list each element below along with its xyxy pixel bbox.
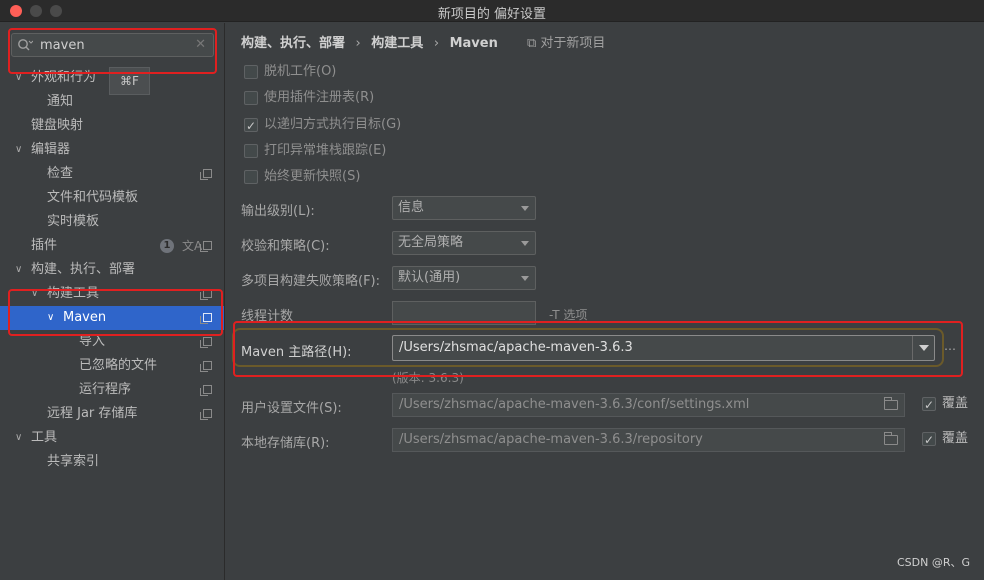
tree-item-editor[interactable]: ∨ 编辑器 bbox=[0, 138, 224, 162]
override-local-repository-checkbox[interactable] bbox=[922, 430, 936, 450]
chevron-down-icon[interactable]: ∨ bbox=[15, 258, 22, 282]
override-user-settings-checkbox[interactable] bbox=[922, 395, 936, 415]
breadcrumb-item[interactable]: 构建、执行、部署 bbox=[241, 36, 345, 51]
tree-item-ignored-files[interactable]: 已忽略的文件 bbox=[0, 354, 224, 378]
offline-work-checkbox[interactable] bbox=[244, 65, 258, 79]
breadcrumb-separator: › bbox=[433, 36, 440, 51]
maven-home-highlight-box bbox=[233, 321, 963, 377]
tree-item-label: 已忽略的文件 bbox=[79, 358, 158, 373]
tree-item-notifications[interactable]: 通知 bbox=[0, 90, 224, 114]
checkbox-label: 覆盖 bbox=[942, 396, 969, 411]
user-settings-file-field[interactable]: /Users/zhsmac/apache-maven-3.6.3/conf/se… bbox=[392, 393, 905, 417]
tree-item-keymap[interactable]: 键盘映射 bbox=[0, 114, 224, 138]
checkbox-label: 以递归方式执行目标(G) bbox=[264, 117, 402, 132]
multiproject-fail-policy-value: 默认(通用) bbox=[398, 270, 461, 285]
breadcrumb-separator: › bbox=[355, 36, 361, 51]
checkbox-label: 始终更新快照(S) bbox=[264, 169, 361, 184]
dropdown-arrow-icon bbox=[521, 206, 529, 211]
checkbox-label: 打印异常堆栈跟踪(E) bbox=[264, 143, 387, 158]
recursive-goals-checkbox[interactable] bbox=[244, 116, 258, 136]
multiproject-fail-policy-label: 多项目构建失败策略(F): bbox=[241, 274, 381, 289]
tree-item-tools[interactable]: ∨ 工具 bbox=[0, 426, 224, 450]
tree-item-label: 插件 bbox=[31, 238, 58, 253]
local-repository-value: /Users/zhsmac/apache-maven-3.6.3/reposit… bbox=[399, 432, 703, 447]
tree-item-label: 编辑器 bbox=[31, 142, 71, 157]
project-scope-icon bbox=[200, 337, 212, 348]
tree-item-file-templates[interactable]: 文件和代码模板 bbox=[0, 186, 224, 210]
tree-item-live-templates[interactable]: 实时模板 bbox=[0, 210, 224, 234]
user-settings-file-value: /Users/zhsmac/apache-maven-3.6.3/conf/se… bbox=[399, 397, 750, 412]
tree-item-shared-indexes[interactable]: 共享索引 bbox=[0, 450, 224, 474]
local-repository-label: 本地存储库(R): bbox=[241, 436, 330, 451]
breadcrumb: 构建、执行、部署 › 构建工具 › Maven bbox=[241, 32, 504, 51]
chevron-down-icon[interactable]: ∨ bbox=[15, 426, 22, 450]
folder-icon[interactable] bbox=[884, 432, 898, 445]
checkbox-label: 使用插件注册表(R) bbox=[264, 90, 375, 105]
checkbox-label: 脱机工作(O) bbox=[264, 64, 337, 79]
local-repository-field[interactable]: /Users/zhsmac/apache-maven-3.6.3/reposit… bbox=[392, 428, 905, 452]
output-level-label: 输出级别(L): bbox=[241, 204, 315, 219]
output-level-select[interactable]: 信息 bbox=[392, 196, 536, 220]
folder-icon[interactable] bbox=[884, 397, 898, 410]
checksum-policy-label: 校验和策略(C): bbox=[241, 239, 330, 254]
tree-item-build-execution-deployment[interactable]: ∨ 构建、执行、部署 bbox=[0, 258, 224, 282]
update-snapshots-checkbox[interactable] bbox=[244, 170, 258, 184]
project-scope-icon bbox=[200, 361, 212, 372]
tree-item-label: 共享索引 bbox=[47, 454, 100, 469]
tree-item-label: 构建、执行、部署 bbox=[31, 262, 136, 277]
tree-item-label: 实时模板 bbox=[47, 214, 100, 229]
title-bar: 新项目的 偏好设置 bbox=[0, 0, 984, 22]
project-scope-icon bbox=[200, 169, 212, 180]
tree-item-label: 检查 bbox=[47, 166, 74, 181]
breadcrumb-item[interactable]: 构建工具 bbox=[371, 36, 423, 51]
chevron-down-icon[interactable]: ∨ bbox=[15, 138, 22, 162]
settings-content-panel: 构建、执行、部署 › 构建工具 › Maven ⧉ 对于新项目 脱机工作(O) … bbox=[226, 23, 984, 580]
tree-item-label: 运行程序 bbox=[79, 382, 132, 397]
project-scope-icon bbox=[200, 385, 212, 396]
tree-item-label: 文件和代码模板 bbox=[47, 190, 139, 205]
output-level-value: 信息 bbox=[398, 200, 425, 215]
tree-item-remote-jar-repos[interactable]: 远程 Jar 存储库 bbox=[0, 402, 224, 426]
tree-item-label: 通知 bbox=[47, 94, 74, 109]
tree-item-runner[interactable]: 运行程序 bbox=[0, 378, 224, 402]
maven-highlight-box bbox=[8, 289, 223, 336]
tree-item-plugins[interactable]: 插件 1 文A bbox=[0, 234, 224, 258]
tree-item-label: 键盘映射 bbox=[31, 118, 84, 133]
settings-tree-panel: maven ✕ ∨ 外观和行为 ⌘F 通知 键盘映射 ∨ 编辑器 检查 文件和代… bbox=[0, 23, 225, 580]
checksum-policy-value: 无全局策略 bbox=[398, 235, 464, 250]
dropdown-arrow-icon bbox=[521, 276, 529, 281]
window-title: 新项目的 偏好设置 bbox=[437, 7, 547, 22]
checkbox-label: 覆盖 bbox=[942, 431, 969, 446]
dropdown-arrow-icon bbox=[521, 241, 529, 246]
breadcrumb-item: Maven bbox=[449, 36, 498, 51]
search-highlight-box bbox=[8, 28, 217, 74]
tree-item-label: 远程 Jar 存储库 bbox=[47, 406, 138, 421]
project-scope-icon bbox=[200, 409, 212, 420]
user-settings-file-label: 用户设置文件(S): bbox=[241, 401, 342, 416]
project-scope-icon bbox=[200, 241, 212, 252]
watermark: CSDN @R、G bbox=[896, 556, 970, 569]
tree-item-label: 工具 bbox=[31, 430, 58, 445]
update-count-badge: 1 bbox=[160, 239, 174, 253]
multiproject-fail-policy-select[interactable]: 默认(通用) bbox=[392, 266, 536, 290]
print-stacktrace-checkbox[interactable] bbox=[244, 144, 258, 158]
tree-item-inspections[interactable]: 检查 bbox=[0, 162, 224, 186]
plugin-registry-checkbox[interactable] bbox=[244, 91, 258, 105]
checksum-policy-select[interactable]: 无全局策略 bbox=[392, 231, 536, 255]
for-new-projects-label: ⧉ 对于新项目 bbox=[527, 36, 606, 51]
